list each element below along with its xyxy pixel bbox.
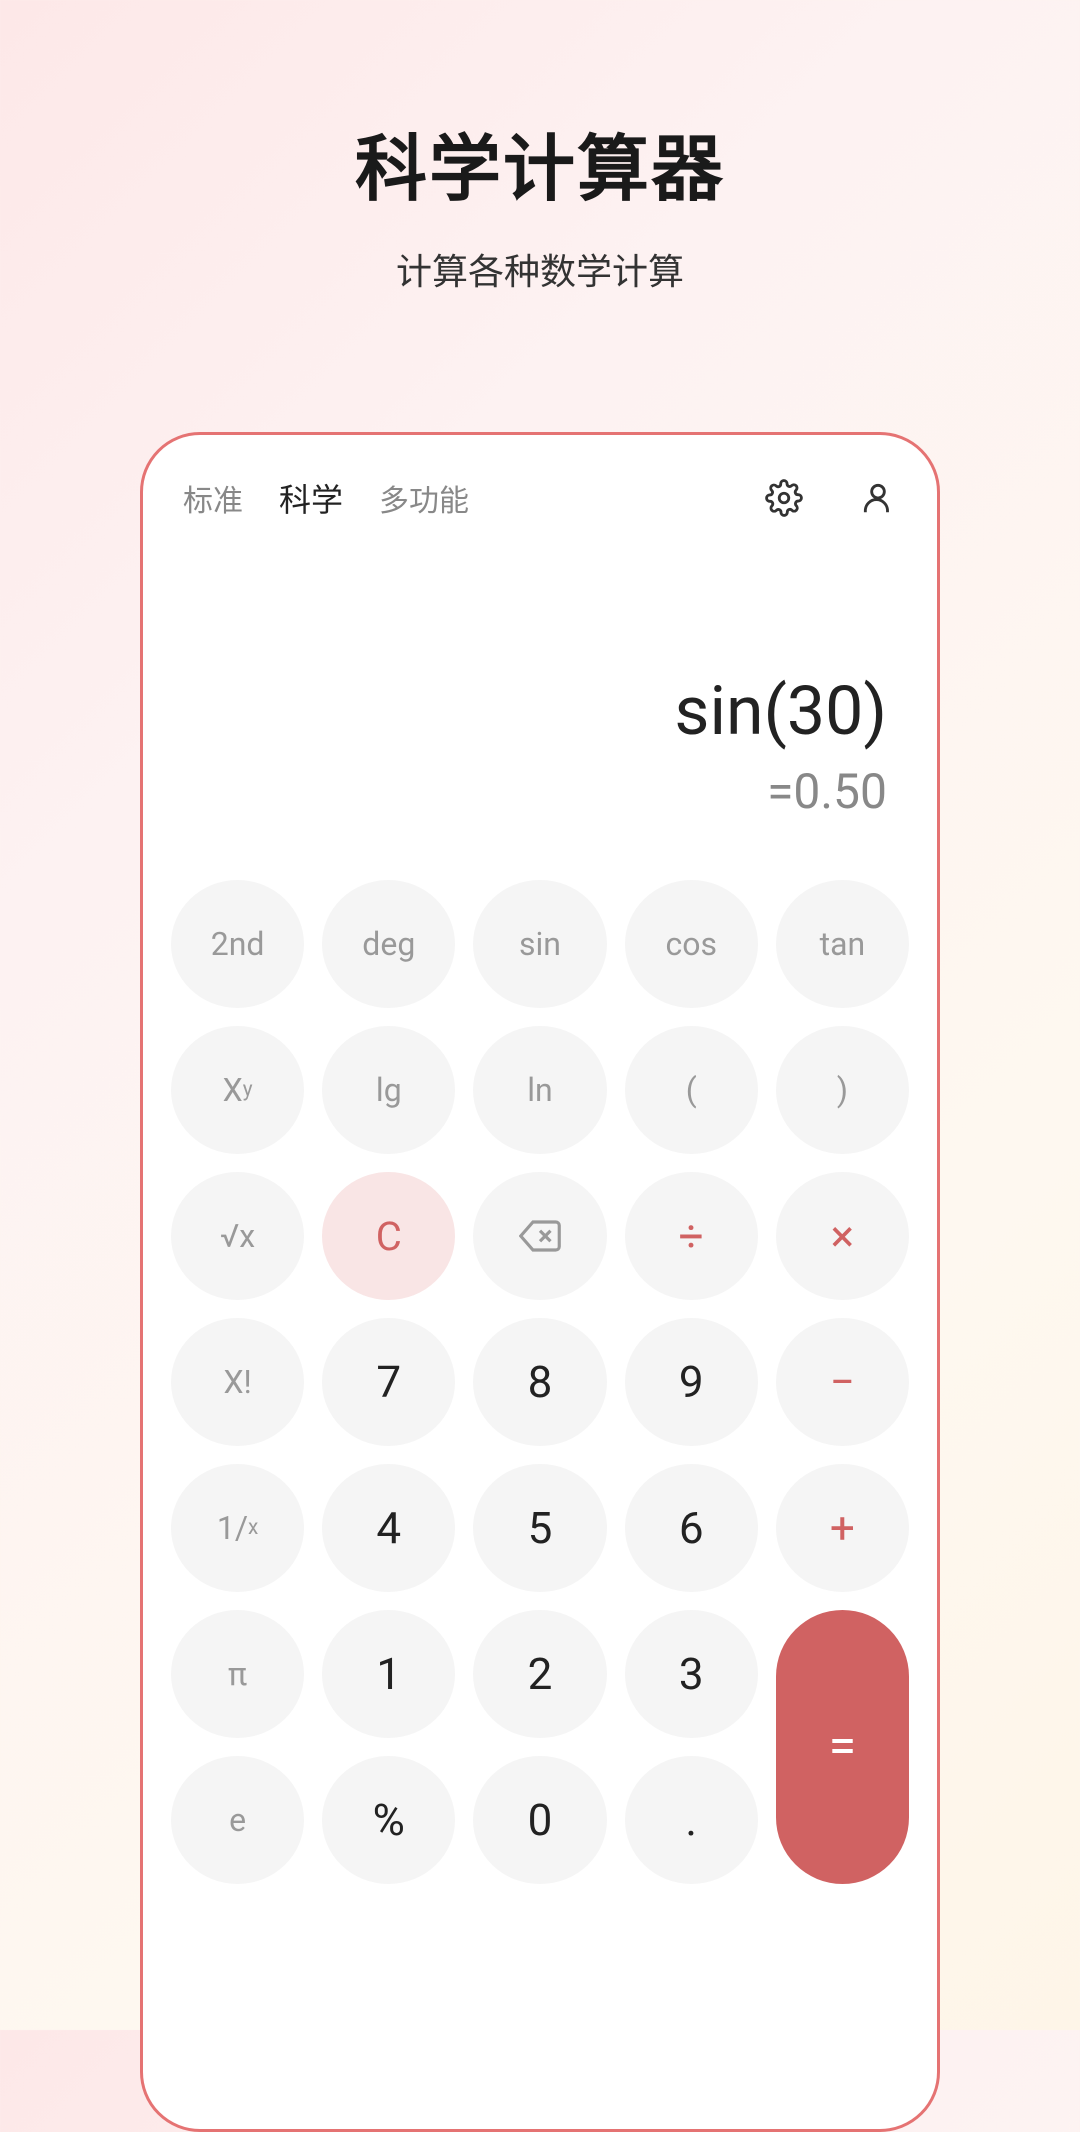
key-7[interactable]: 7 [322,1318,455,1446]
key-factorial[interactable]: X! [171,1318,304,1446]
key-3[interactable]: 3 [625,1610,758,1738]
key-multiply[interactable]: × [776,1172,909,1300]
key-subtract[interactable]: − [776,1318,909,1446]
phone-header: 标准 科学 多功能 [143,435,937,521]
expression-display: sin(30) [193,671,887,751]
key-deg[interactable]: deg [322,880,455,1008]
backspace-icon [519,1215,561,1257]
key-5[interactable]: 5 [473,1464,606,1592]
tab-standard[interactable]: 标准 [183,476,243,520]
key-add[interactable]: + [776,1464,909,1592]
key-lg[interactable]: lg [322,1026,455,1154]
key-decimal[interactable]: . [625,1756,758,1884]
key-8[interactable]: 8 [473,1318,606,1446]
key-paren-close[interactable]: ) [776,1026,909,1154]
key-clear[interactable]: C [322,1172,455,1300]
key-reciprocal[interactable]: 1/x [171,1464,304,1592]
keypad: 2nd deg sin cos tan Xy lg ln ( ) √x C ÷ … [143,820,937,1884]
key-e[interactable]: e [171,1756,304,1884]
display-area: sin(30) =0.50 [143,521,937,820]
key-sqrt[interactable]: √x [171,1172,304,1300]
key-6[interactable]: 6 [625,1464,758,1592]
profile-button[interactable] [859,479,897,517]
key-tan[interactable]: tan [776,880,909,1008]
key-percent[interactable]: % [322,1756,455,1884]
key-equals[interactable]: = [776,1610,909,1884]
key-paren-open[interactable]: ( [625,1026,758,1154]
settings-button[interactable] [765,479,803,517]
key-9[interactable]: 9 [625,1318,758,1446]
key-power[interactable]: Xy [171,1026,304,1154]
page-title: 科学计算器 [0,110,1080,215]
key-4[interactable]: 4 [322,1464,455,1592]
key-divide[interactable]: ÷ [625,1172,758,1300]
user-icon [859,479,897,517]
key-cos[interactable]: cos [625,880,758,1008]
key-pi[interactable]: π [171,1610,304,1738]
phone-frame: 标准 科学 多功能 sin(30) =0.50 2nd deg sin cos … [140,432,940,2132]
key-2[interactable]: 2 [473,1610,606,1738]
key-backspace[interactable] [473,1172,606,1300]
tab-multi[interactable]: 多功能 [379,476,469,520]
page-subtitle: 计算各种数学计算 [0,243,1080,295]
tab-scientific[interactable]: 科学 [279,475,343,521]
gear-icon [765,479,803,517]
key-sin[interactable]: sin [473,880,606,1008]
key-ln[interactable]: ln [473,1026,606,1154]
result-display: =0.50 [193,763,887,820]
key-2nd[interactable]: 2nd [171,880,304,1008]
key-1[interactable]: 1 [322,1610,455,1738]
key-0[interactable]: 0 [473,1756,606,1884]
